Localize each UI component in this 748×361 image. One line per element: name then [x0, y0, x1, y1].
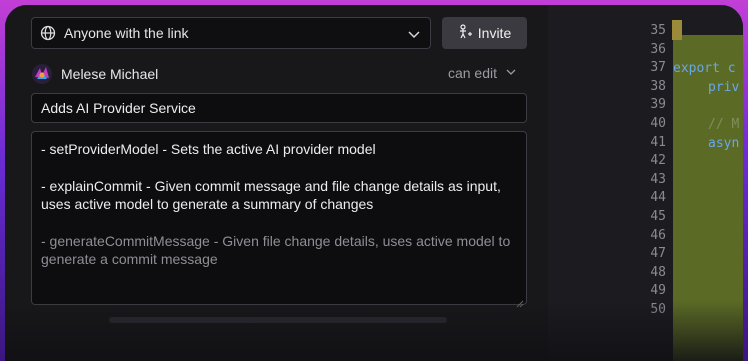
- link-visibility-select[interactable]: Anyone with the link: [31, 17, 431, 49]
- code-line: priv: [708, 80, 740, 95]
- chevron-down-icon: [505, 65, 517, 81]
- member-row: Melese Michael can edit: [31, 62, 527, 86]
- line-number: 48: [650, 264, 666, 280]
- line-number: 50: [650, 302, 666, 317]
- horizontal-scrollbar[interactable]: [109, 317, 447, 323]
- line-number: 35: [650, 23, 666, 38]
- line-number: 46: [650, 227, 666, 243]
- code-area: 35 36 37 38 39 40 41 42 43 44 45 46 47 48 49 50 export …: [548, 5, 743, 361]
- line-number: 36: [650, 41, 666, 57]
- code-editor: 35 36 37 38 39 40 41 42 43 44 45 46 47 48 49 50 export …: [548, 5, 743, 361]
- line-number: 49: [650, 283, 666, 299]
- permission-select[interactable]: can edit: [448, 65, 517, 81]
- line-number: 47: [650, 246, 666, 262]
- code-line: export c: [673, 61, 736, 76]
- avatar: [31, 63, 53, 85]
- invite-label: Invite: [477, 25, 512, 41]
- link-visibility-value: Anyone with the link: [64, 25, 189, 41]
- line-number: 40: [650, 116, 666, 131]
- pr-title-input[interactable]: Adds AI Provider Service: [31, 93, 527, 123]
- line-number: 38: [650, 78, 666, 94]
- pr-description-textarea[interactable]: - setProviderModel - Sets the active AI …: [31, 131, 527, 308]
- line-number: 42: [650, 153, 666, 169]
- description-line: - generateCommitMessage - Given file cha…: [41, 232, 511, 268]
- globe-icon: [40, 25, 56, 41]
- description-line: - explainCommit - Given commit message a…: [41, 177, 501, 213]
- line-highlight: [672, 20, 682, 40]
- invite-button[interactable]: Invite: [442, 17, 527, 49]
- permission-value: can edit: [447, 65, 497, 81]
- line-number: 45: [650, 209, 666, 224]
- member-name: Melese Michael: [61, 66, 159, 82]
- chevron-down-icon: [406, 26, 422, 42]
- line-number: 43: [650, 171, 666, 187]
- person-add-icon: [458, 23, 472, 43]
- line-number: 37: [650, 60, 666, 76]
- resize-handle-icon[interactable]: [516, 294, 524, 308]
- app-frame: Anyone with the link Invite Melese Micha…: [5, 5, 743, 361]
- code-line: // M: [708, 117, 740, 132]
- description-line: - setProviderModel - Sets the active AI …: [41, 141, 376, 157]
- line-number: 41: [650, 134, 666, 150]
- share-panel: Anyone with the link Invite Melese Micha…: [5, 5, 548, 361]
- line-number: 44: [650, 190, 666, 206]
- code-line: asyn: [708, 136, 740, 151]
- line-number: 39: [650, 97, 666, 113]
